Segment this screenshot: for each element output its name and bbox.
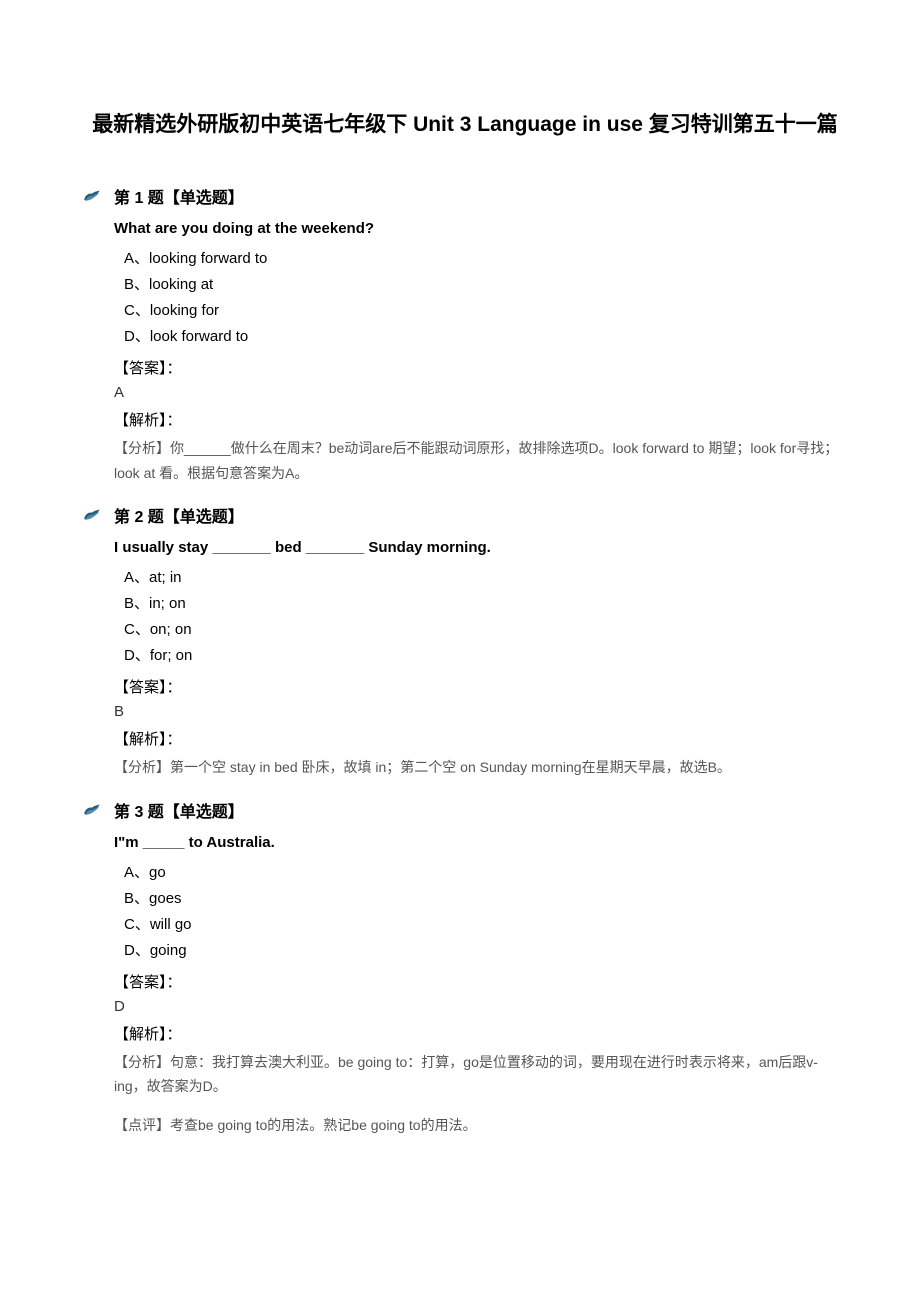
option-d: D、look forward to [124,325,848,349]
question-stem: I usually stay _______ bed _______ Sunda… [114,539,848,556]
option-d: D、for; on [124,644,848,668]
option-b: B、looking at [124,273,848,297]
explain-label: 【解析】： [114,1023,848,1044]
question-number: 第 3 题【单选题】 [114,798,244,822]
option-a: A、go [124,861,848,885]
answer-value: B [114,703,848,720]
answer-value: A [114,384,848,401]
question-number: 第 2 题【单选题】 [114,503,244,527]
bird-icon [82,189,102,203]
answer-label: 【答案】： [114,971,848,992]
question-heading-1: 第 1 题【单选题】 [82,184,848,208]
option-c: C、looking for [124,299,848,323]
explain-label: 【解析】： [114,728,848,749]
question-stem: What are you doing at the weekend? [114,220,848,237]
answer-value: D [114,998,848,1015]
bird-icon [82,508,102,522]
option-c: C、on; on [124,618,848,642]
explain-text: 【分析】第一个空 stay in bed 卧床，故填 in；第二个空 on Su… [114,755,848,780]
options-list: A、go B、goes C、will go D、going [124,861,848,963]
options-list: A、at; in B、in; on C、on; on D、for; on [124,566,848,668]
option-a: A、at; in [124,566,848,590]
page-title: 最新精选外研版初中英语七年级下 Unit 3 Language in use 复… [82,108,848,138]
question-number: 第 1 题【单选题】 [114,184,244,208]
question-heading-3: 第 3 题【单选题】 [82,798,848,822]
question-stem: I"m _____ to Australia. [114,834,848,851]
option-a: A、looking forward to [124,247,848,271]
option-b: B、in; on [124,592,848,616]
option-b: B、goes [124,887,848,911]
explain-text: 【分析】句意：我打算去澳大利亚。be going to：打算，go是位置移动的词… [114,1050,848,1099]
explain-text: 【分析】你______做什么在周末？be动词are后不能跟动词原形，故排除选项D… [114,436,848,485]
answer-label: 【答案】： [114,357,848,378]
explain-note: 【点评】考查be going to的用法。熟记be going to的用法。 [114,1113,848,1138]
explain-label: 【解析】： [114,409,848,430]
question-heading-2: 第 2 题【单选题】 [82,503,848,527]
option-d: D、going [124,939,848,963]
options-list: A、looking forward to B、looking at C、look… [124,247,848,349]
option-c: C、will go [124,913,848,937]
bird-icon [82,803,102,817]
answer-label: 【答案】： [114,676,848,697]
